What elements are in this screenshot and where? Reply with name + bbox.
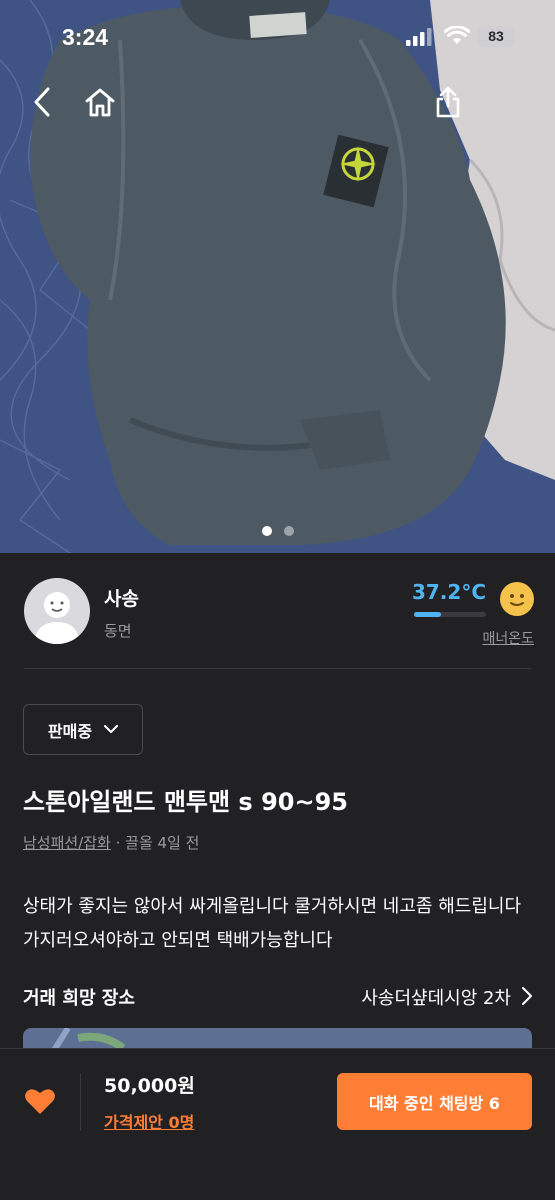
seller-profile[interactable]: 사송 동면 37.2°C 매너온도 bbox=[24, 578, 534, 648]
product-description: 상태가 좋지는 않아서 싸게올립니다 쿨거하시면 네고좀 해드립니다 가지러오셔… bbox=[23, 896, 522, 951]
home-icon bbox=[85, 88, 115, 117]
bottom-action-bar: 50,000원 가격제안 0명 대화 중인 채팅방 6 bbox=[0, 1048, 555, 1200]
carousel-indicator[interactable] bbox=[0, 526, 555, 536]
avatar[interactable] bbox=[24, 578, 90, 644]
sale-status-label: 판매중 bbox=[47, 721, 93, 741]
manner-temperature: 37.2°C bbox=[411, 580, 486, 604]
divider bbox=[24, 668, 531, 669]
heart-icon[interactable] bbox=[24, 1087, 56, 1115]
meeting-place-value: 사송더샾데시앙 2차 bbox=[361, 988, 511, 1009]
share-icon bbox=[436, 86, 460, 118]
meeting-place-row[interactable]: 거래 희망 장소 사송더샾데시앙 2차 bbox=[23, 982, 533, 1012]
seller-name: 사송 bbox=[104, 588, 139, 610]
bump-time: · 끌올 4일 전 bbox=[110, 834, 200, 852]
product-title: 스톤아일랜드 맨투맨 s 90~95 bbox=[23, 788, 348, 816]
divider bbox=[80, 1073, 81, 1131]
seller-location: 동면 bbox=[104, 622, 132, 640]
manner-temperature-fill bbox=[414, 612, 441, 617]
home-button[interactable] bbox=[80, 82, 120, 122]
sale-status-dropdown[interactable]: 판매중 bbox=[23, 704, 143, 755]
price-offer-link[interactable]: 가격제안 0명 bbox=[104, 1109, 194, 1133]
status-bar: 3:24 83 bbox=[0, 0, 555, 72]
chevron-left-icon bbox=[34, 87, 50, 117]
product-price: 50,000원 bbox=[104, 1075, 195, 1097]
share-button[interactable] bbox=[428, 82, 468, 122]
product-category-link[interactable]: 남성패션/잡화 bbox=[23, 834, 111, 852]
wifi-icon bbox=[444, 26, 470, 44]
carousel-dot[interactable] bbox=[261, 526, 272, 536]
smiley-face-icon bbox=[500, 582, 534, 616]
back-button[interactable] bbox=[22, 82, 62, 122]
carousel-dot[interactable] bbox=[283, 526, 294, 536]
cellular-signal-icon bbox=[406, 28, 432, 46]
chevron-down-icon bbox=[104, 725, 119, 733]
manner-temperature-bar bbox=[414, 612, 486, 617]
manner-temperature-link[interactable]: 매너온도 bbox=[482, 628, 534, 648]
chevron-right-icon bbox=[522, 987, 532, 1005]
product-meta: 남성패션/잡화 · 끌올 4일 전 bbox=[23, 832, 199, 853]
meeting-place-label: 거래 희망 장소 bbox=[23, 988, 135, 1009]
product-photo[interactable]: 3:24 83 bbox=[0, 0, 555, 553]
battery-indicator: 83 bbox=[477, 26, 515, 47]
status-time: 3:24 bbox=[62, 24, 109, 50]
chat-rooms-button[interactable]: 대화 중인 채팅방 6 bbox=[337, 1073, 532, 1130]
